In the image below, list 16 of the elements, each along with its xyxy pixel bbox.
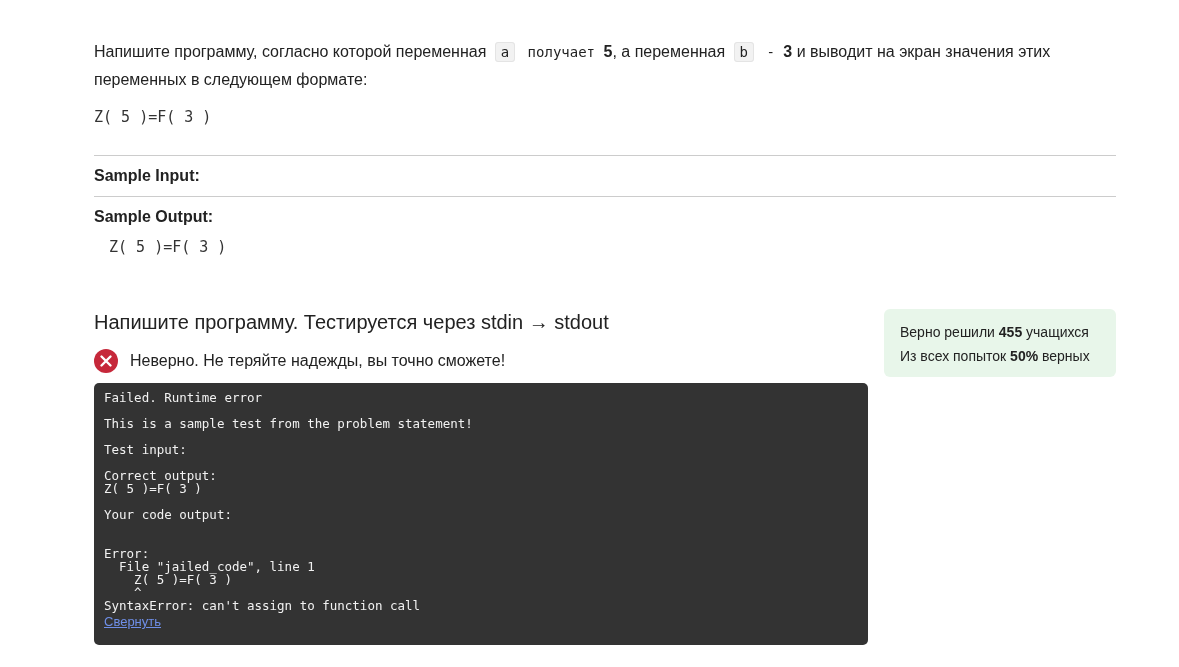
console-text: Test input:	[104, 443, 187, 456]
task-heading: Напишите программу. Тестируется через stdin → stdout	[94, 310, 609, 335]
console-text: Error: File "jailed_code", line 1 Z( 5 )=F( 3 ) ^ SyntaxError: can't assign to function call	[104, 547, 421, 612]
console-text: This is a sample test from the problem statement!	[104, 417, 473, 430]
problem-statement: Напишите программу, согласно которой переменная a получает 5, а переменная b - 3 и выводит на экран значения этих переменных в следующем формате:	[94, 41, 1052, 90]
stats-text: Из всех попыток 50% верных	[900, 347, 1090, 366]
sample-output-value: Z( 5 )=F( 3 )	[109, 237, 227, 257]
console-text: Failed. Runtime error	[104, 391, 263, 404]
sample-input-label: Sample Input:	[94, 166, 200, 186]
verdict-message: Неверно. Не теряйте надежды, вы точно сможете!	[130, 352, 506, 370]
stats-text: Верно решили 455 учащихся	[900, 323, 1089, 342]
console-text: Correct output: Z( 5 )=F( 3 )	[104, 469, 217, 495]
format-example: Z( 5 )=F( 3 )	[94, 107, 212, 127]
collapse-link[interactable]: Свернуть	[104, 614, 161, 629]
sample-output-label: Sample Output:	[94, 207, 214, 227]
console-text: Your code output:	[104, 508, 232, 521]
